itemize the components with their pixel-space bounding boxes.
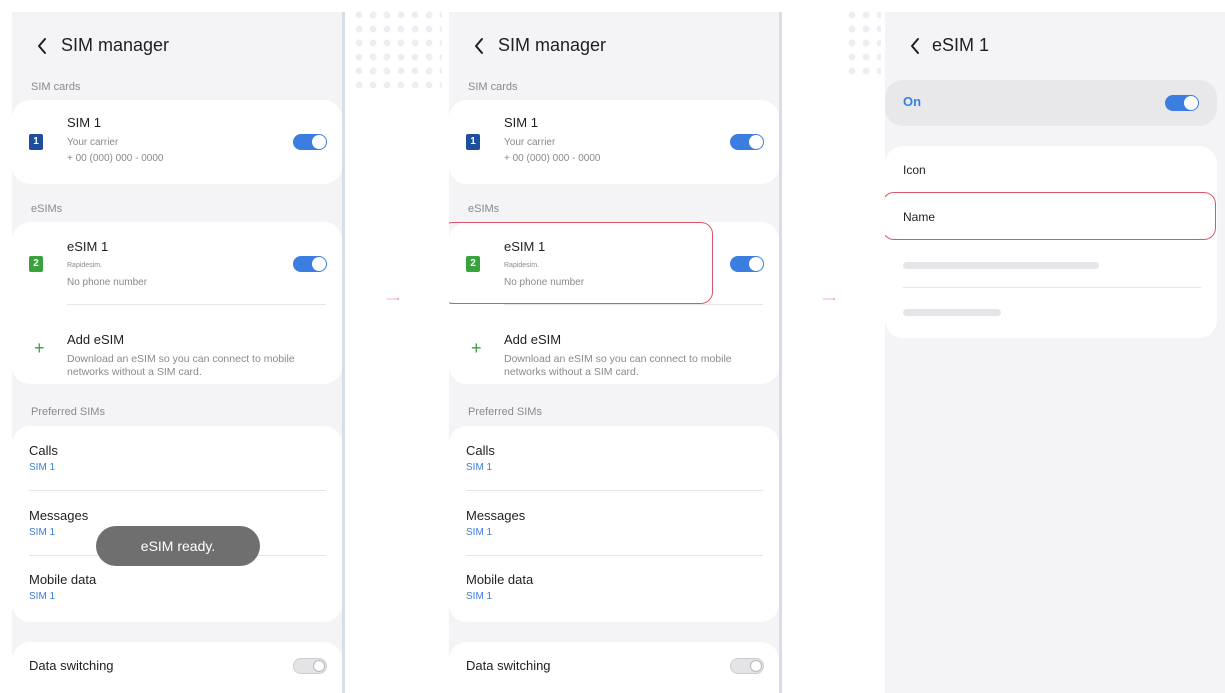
back-arrow-icon[interactable] — [907, 34, 923, 58]
data-switching-label: Data switching — [29, 658, 114, 673]
icon-setting-row[interactable]: Icon — [885, 146, 1217, 192]
section-label-esims: eSIMs — [31, 203, 63, 215]
sim1-carrier: Your carrier — [67, 137, 119, 148]
phone-screen-sim-manager: SIM manager SIM cards 1 SIM 1 Your carri… — [449, 12, 779, 693]
preferred-calls-row[interactable]: Calls SIM 1 — [12, 426, 342, 490]
sim1-row[interactable]: 1 SIM 1 Your carrier + 00 (000) 000 - 00… — [449, 100, 779, 184]
data-switching-toggle[interactable] — [730, 658, 764, 674]
section-label-sim-cards: SIM cards — [468, 81, 518, 93]
on-label: On — [903, 94, 922, 109]
esims-card: 2 eSIM 1 Rapidesim. No phone number + Ad… — [12, 222, 342, 384]
messages-label: Messages — [466, 508, 526, 523]
preferred-sims-card: Calls SIM 1 Messages SIM 1 Mobile data S… — [449, 426, 779, 622]
arrow-right-icon — [386, 298, 400, 300]
decorative-dots — [845, 8, 881, 78]
sim1-badge-icon: 1 — [466, 134, 480, 150]
sim1-row[interactable]: 1 SIM 1 Your carrier + 00 (000) 000 - 00… — [12, 100, 342, 184]
messages-value: SIM 1 — [466, 527, 493, 538]
data-switching-toggle[interactable] — [293, 658, 327, 674]
section-label-esims: eSIMs — [468, 203, 500, 215]
calls-label: Calls — [466, 443, 495, 458]
add-esim-description: Download an eSIM so you can connect to m… — [504, 353, 732, 378]
calls-value: SIM 1 — [466, 462, 493, 473]
data-switching-row[interactable]: Data switching — [12, 642, 342, 693]
sim1-name: SIM 1 — [504, 115, 538, 130]
add-esim-title: Add eSIM — [504, 332, 562, 347]
decorative-dots — [352, 8, 442, 88]
name-highlight-box — [885, 192, 1216, 240]
phone-screen-sim-manager: SIM manager SIM cards 1 SIM 1 Your carri… — [12, 12, 342, 693]
esim1-name: eSIM 1 — [67, 239, 109, 254]
page-title: eSIM 1 — [932, 35, 990, 55]
data-switching-card: Data switching — [449, 642, 779, 693]
page-title: SIM manager — [61, 35, 170, 55]
mobile-data-value: SIM 1 — [29, 591, 56, 602]
mobile-data-label: Mobile data — [29, 572, 97, 587]
sim1-toggle[interactable] — [730, 134, 764, 150]
add-esim-title: Add eSIM — [67, 332, 125, 347]
esim-master-switch[interactable]: On — [885, 80, 1217, 126]
toast-message: eSIM ready. — [96, 526, 260, 566]
add-esim-description: Download an eSIM so you can connect to m… — [67, 353, 295, 378]
preferred-messages-row[interactable]: Messages SIM 1 — [449, 491, 779, 555]
placeholder-line — [903, 262, 1099, 269]
esim1-toggle[interactable] — [293, 256, 327, 272]
phone-screen-esim-settings: eSIM 1 On Icon Name — [885, 12, 1225, 693]
sim-cards-card: 1 SIM 1 Your carrier + 00 (000) 000 - 00… — [12, 100, 342, 184]
app-header: eSIM 1 — [885, 12, 1225, 82]
sim1-badge-icon: 1 — [29, 134, 43, 150]
messages-value: SIM 1 — [29, 527, 56, 538]
calls-value: SIM 1 — [29, 462, 56, 473]
data-switching-card: Data switching — [12, 642, 342, 693]
placeholder-line — [903, 309, 1001, 316]
esim1-highlight-box — [449, 222, 713, 304]
sim1-number: + 00 (000) 000 - 0000 — [504, 153, 601, 164]
add-esim-row[interactable]: + Add eSIM Download an eSIM so you can c… — [449, 305, 779, 384]
sim1-name: SIM 1 — [67, 115, 101, 130]
esim1-row[interactable]: 2 eSIM 1 Rapidesim. No phone number — [12, 222, 342, 304]
back-arrow-icon[interactable] — [34, 34, 50, 58]
section-label-sim-cards: SIM cards — [31, 81, 81, 93]
app-header: SIM manager — [449, 12, 779, 82]
esim-settings-card: Icon Name — [885, 146, 1217, 338]
plus-icon: + — [471, 338, 482, 358]
esim1-number: No phone number — [67, 277, 148, 288]
back-arrow-icon[interactable] — [471, 34, 487, 58]
plus-icon: + — [34, 338, 45, 358]
divider — [903, 287, 1201, 288]
add-esim-row[interactable]: + Add eSIM Download an eSIM so you can c… — [12, 305, 342, 384]
esim1-badge-icon: 2 — [29, 256, 43, 272]
preferred-mobile-data-row[interactable]: Mobile data SIM 1 — [449, 556, 779, 622]
sim1-number: + 00 (000) 000 - 0000 — [67, 153, 164, 164]
esim-on-toggle[interactable] — [1165, 95, 1199, 111]
preferred-calls-row[interactable]: Calls SIM 1 — [449, 426, 779, 490]
messages-label: Messages — [29, 508, 89, 523]
sim1-carrier: Your carrier — [504, 137, 556, 148]
sim-cards-card: 1 SIM 1 Your carrier + 00 (000) 000 - 00… — [449, 100, 779, 184]
calls-label: Calls — [29, 443, 58, 458]
mobile-data-value: SIM 1 — [466, 591, 493, 602]
mobile-data-label: Mobile data — [466, 572, 534, 587]
data-switching-label: Data switching — [466, 658, 551, 673]
esim1-provider: Rapidesim. — [67, 262, 103, 269]
preferred-sims-card: Calls SIM 1 Messages SIM 1 Mobile data S… — [12, 426, 342, 622]
esim1-toggle[interactable] — [730, 256, 764, 272]
page-title: SIM manager — [498, 35, 607, 55]
sim1-toggle[interactable] — [293, 134, 327, 150]
data-switching-row[interactable]: Data switching — [449, 642, 779, 693]
section-label-preferred-sims: Preferred SIMs — [468, 406, 542, 418]
arrow-right-icon — [822, 298, 836, 300]
app-header: SIM manager — [12, 12, 342, 82]
icon-setting-label: Icon — [903, 163, 926, 177]
section-label-preferred-sims: Preferred SIMs — [31, 406, 105, 418]
